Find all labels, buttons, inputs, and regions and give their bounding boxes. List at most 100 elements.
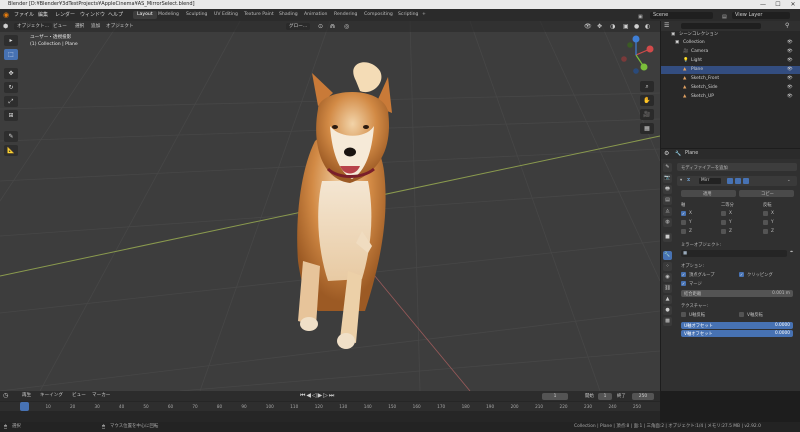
data-tab-icon[interactable]: ▲: [663, 295, 672, 304]
world-tab-icon[interactable]: ◍: [663, 218, 672, 227]
proportional-edit-icon[interactable]: ◎: [344, 23, 349, 30]
xray-icon[interactable]: ▣: [623, 23, 629, 30]
tab-compositing[interactable]: Compositing: [360, 11, 397, 19]
3d-viewport[interactable]: ⬢ オブジェクト… ビュー 選択 追加 オブジェクト グロー… ⊙ ⋒ ◎ 👁 …: [0, 21, 660, 391]
u-offset-field[interactable]: U軸オフセット 0.0000: [681, 322, 793, 329]
outliner-item[interactable]: ▲ Sketch_Side 👁: [661, 84, 800, 92]
blender-logo-icon[interactable]: ◉: [3, 9, 9, 21]
pan-icon[interactable]: ✋: [640, 95, 654, 106]
move-tool-icon[interactable]: ✥: [4, 68, 18, 79]
tab-uv-editing[interactable]: UV Editing: [210, 11, 242, 19]
copy-button[interactable]: コピー: [739, 190, 794, 197]
bisect-y-checkbox[interactable]: [721, 220, 726, 225]
menu-marker[interactable]: マーカー: [92, 392, 110, 399]
merge-distance-field[interactable]: 結合距離 0.001 m: [681, 290, 793, 297]
menu-timeline-view[interactable]: ビュー: [72, 392, 86, 399]
v-offset-field[interactable]: V軸オフセット 0.0000: [681, 330, 793, 337]
mirror-object-field[interactable]: ■: [681, 250, 787, 257]
filter-icon[interactable]: ⚲: [785, 22, 789, 29]
modifier-tab-icon[interactable]: 🔧: [663, 251, 672, 260]
outliner-item[interactable]: 🎥 Camera 👁: [661, 48, 800, 56]
mode-selector[interactable]: オブジェクト…: [14, 23, 53, 30]
frame-ruler[interactable]: 1102030405060708090100110120130140150160…: [0, 402, 660, 411]
cursor-tool-icon[interactable]: ▸: [4, 35, 18, 46]
outliner-item[interactable]: ▲ Sketch_Front 👁: [661, 75, 800, 83]
add-workspace-button[interactable]: +: [418, 11, 430, 19]
visibility-toggle-icon[interactable]: 👁: [787, 57, 793, 65]
transform-tool-icon[interactable]: ⊞: [4, 110, 18, 121]
current-frame-field[interactable]: 1: [542, 392, 568, 400]
particles-tab-icon[interactable]: ⁘: [663, 262, 672, 271]
shading-solid-icon[interactable]: ●: [634, 23, 639, 30]
start-frame-field[interactable]: 1: [598, 392, 612, 400]
axis-z-checkbox[interactable]: [681, 229, 686, 234]
tab-animation[interactable]: Animation: [300, 11, 331, 19]
visibility-toggle-icon[interactable]: 👁: [787, 48, 793, 56]
outliner-search-input[interactable]: [681, 23, 761, 29]
timeline-editor-icon[interactable]: ◷: [3, 392, 8, 399]
menu-playback[interactable]: 再生: [22, 392, 31, 399]
menu-window[interactable]: ウィンドウ: [80, 9, 105, 21]
menu-file[interactable]: ファイル: [14, 9, 34, 21]
menu-render[interactable]: レンダー: [55, 9, 75, 21]
tab-sculpting[interactable]: Sculpting: [182, 11, 211, 19]
collapse-icon[interactable]: ▾: [680, 178, 682, 183]
output-tab-icon[interactable]: 🖶: [663, 185, 672, 194]
view-layer-selector[interactable]: View Layer: [732, 12, 790, 19]
object-tab-icon[interactable]: ■: [663, 233, 672, 242]
outliner-item[interactable]: ▲ Plane 👁: [661, 66, 800, 74]
gizmo-icon[interactable]: ✥: [597, 23, 602, 30]
bisect-x-checkbox[interactable]: [721, 211, 726, 216]
material-tab-icon[interactable]: ●: [663, 306, 672, 315]
pivot-icon[interactable]: ⊙: [318, 23, 323, 30]
transform-orientation-selector[interactable]: グロー…: [286, 23, 311, 30]
shading-material-icon[interactable]: ◐: [645, 23, 650, 30]
navigation-gizmo[interactable]: [614, 33, 658, 77]
measure-tool-icon[interactable]: 📐: [4, 145, 18, 156]
visibility-toggle-icon[interactable]: 👁: [787, 39, 793, 47]
menu-view[interactable]: ビュー: [53, 23, 67, 30]
viewport-toggle-icon[interactable]: [735, 178, 741, 184]
outliner-editor-icon[interactable]: ☰: [664, 22, 669, 29]
menu-help[interactable]: ヘルプ: [108, 9, 123, 21]
merge-checkbox[interactable]: ✓: [681, 281, 686, 286]
texture-tab-icon[interactable]: ▩: [663, 317, 672, 326]
tab-modeling[interactable]: Modeling: [154, 11, 183, 19]
scale-tool-icon[interactable]: ⤢: [4, 96, 18, 107]
render-tab-icon[interactable]: 📷: [663, 174, 672, 183]
dog-plane-object[interactable]: [297, 62, 392, 349]
bisect-z-checkbox[interactable]: [721, 229, 726, 234]
visibility-toggle-icon[interactable]: 👁: [787, 66, 793, 74]
visibility-toggle-icon[interactable]: 👁: [787, 93, 793, 101]
v-flip-checkbox[interactable]: [739, 312, 744, 317]
properties-editor-icon[interactable]: ⚙: [664, 150, 669, 157]
snap-icon[interactable]: ⋒: [330, 23, 335, 30]
minimize-button[interactable]: —: [756, 0, 770, 9]
editmode-toggle-icon[interactable]: [727, 178, 733, 184]
overlay-icon[interactable]: ◑: [610, 23, 615, 30]
ortho-toggle-icon[interactable]: ▦: [640, 123, 654, 134]
menu-object[interactable]: オブジェクト: [106, 23, 134, 30]
flip-z-checkbox[interactable]: [763, 229, 768, 234]
flip-x-checkbox[interactable]: [763, 211, 768, 216]
playhead[interactable]: [20, 402, 29, 411]
view-layer-tab-icon[interactable]: ▤: [663, 196, 672, 205]
maximize-button[interactable]: ☐: [771, 0, 785, 9]
outliner-item[interactable]: ▲ Sketch_UP 👁: [661, 93, 800, 101]
visibility-icon[interactable]: 👁: [584, 23, 592, 30]
modifier-menu-icon[interactable]: ⌄: [787, 178, 791, 183]
axis-y-checkbox[interactable]: [681, 220, 686, 225]
outliner-scene-collection[interactable]: ▣ シーンコレクション: [661, 31, 800, 39]
rotate-tool-icon[interactable]: ↻: [4, 82, 18, 93]
menu-select[interactable]: 選択: [75, 23, 84, 30]
end-frame-field[interactable]: 250: [632, 392, 654, 400]
outliner-item[interactable]: 💡 Light 👁: [661, 57, 800, 65]
menu-edit[interactable]: 編集: [38, 9, 48, 21]
physics-tab-icon[interactable]: ◉: [663, 273, 672, 282]
tab-shading[interactable]: Shading: [275, 11, 302, 19]
editor-type-icon[interactable]: ⬢: [3, 23, 8, 30]
select-box-tool-icon[interactable]: ⬚: [4, 49, 18, 60]
eyedropper-icon[interactable]: ✒: [790, 250, 794, 255]
flip-y-checkbox[interactable]: [763, 220, 768, 225]
menu-keying[interactable]: キーイング: [40, 392, 63, 399]
